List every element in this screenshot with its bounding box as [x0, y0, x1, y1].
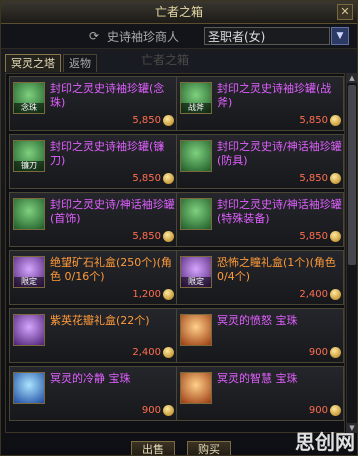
- job-select[interactable]: 圣职者(女): [204, 27, 330, 45]
- item-name: 封印之灵史诗/神话袖珍罐(特殊装备): [217, 198, 342, 225]
- coin-icon: [163, 289, 174, 300]
- item-cell[interactable]: 限定 恐怖之瞳礼盒(1个)(角色 0/4个) 2,400: [176, 250, 344, 305]
- item-name: 封印之灵史诗/神话袖珍罐(首饰): [50, 198, 175, 225]
- refresh-icon[interactable]: ⟳: [89, 29, 103, 43]
- item-price: 2,400: [299, 289, 328, 300]
- coin-icon: [163, 115, 174, 126]
- scroll-up-icon[interactable]: ▲: [347, 73, 357, 83]
- item-price: 5,850: [132, 173, 161, 184]
- item-tag: 镰刀: [14, 161, 44, 171]
- coin-icon: [330, 173, 341, 184]
- item-price: 900: [308, 405, 328, 416]
- coin-icon: [163, 405, 174, 416]
- item-name: 冥灵的智慧 宝珠: [217, 372, 298, 385]
- item-icon[interactable]: [180, 140, 212, 172]
- coin-icon: [330, 289, 341, 300]
- title-bar[interactable]: 亡者之箱 ✕: [1, 1, 357, 24]
- scrollbar[interactable]: ▲ ▼: [346, 73, 357, 433]
- scroll-thumb[interactable]: [348, 85, 356, 265]
- item-icon[interactable]: 限定: [180, 256, 212, 288]
- item-icon[interactable]: [13, 314, 45, 346]
- coin-icon: [163, 347, 174, 358]
- item-cell[interactable]: 念珠 封印之灵史诗袖珍罐(念珠) 5,850: [9, 76, 177, 131]
- close-button[interactable]: ✕: [337, 4, 353, 20]
- item-icon[interactable]: 限定: [13, 256, 45, 288]
- coin-icon: [163, 231, 174, 242]
- coin-icon: [330, 115, 341, 126]
- item-cell[interactable]: 冥灵的冷静 宝珠 900: [9, 366, 177, 421]
- item-cell[interactable]: 镰刀 封印之灵史诗袖珍罐(镰刀) 5,850: [9, 134, 177, 189]
- item-cell[interactable]: 封印之灵史诗/神话袖珍罐(首饰) 5,850: [9, 192, 177, 247]
- item-name: 冥灵的冷静 宝珠: [50, 372, 131, 385]
- shop-header: ⟳ 史诗袖珍商人 圣职者(女) ▼: [1, 24, 357, 49]
- item-name: 恐怖之瞳礼盒(1个)(角色 0/4个): [217, 256, 336, 283]
- item-price: 5,850: [299, 115, 328, 126]
- tab-tower[interactable]: 冥灵之塔: [5, 54, 61, 72]
- item-icon[interactable]: [13, 198, 45, 230]
- item-price: 5,850: [132, 115, 161, 126]
- sell-button[interactable]: 出售: [131, 441, 175, 455]
- item-cell[interactable]: 战斧 封印之灵史诗袖珍罐(战斧) 5,850: [176, 76, 344, 131]
- item-cell[interactable]: 冥灵的智慧 宝珠 900: [176, 366, 344, 421]
- item-price: 5,850: [299, 231, 328, 242]
- item-price: 5,850: [299, 173, 328, 184]
- item-icon[interactable]: 战斧: [180, 82, 212, 114]
- item-price: 900: [308, 347, 328, 358]
- item-name: 冥灵的愤怒 宝珠: [217, 314, 298, 327]
- item-tag: 限定: [14, 277, 44, 287]
- site-watermark: 思创网: [295, 430, 355, 454]
- item-cell[interactable]: 封印之灵史诗/神话袖珍罐(防具) 5,850: [176, 134, 344, 189]
- window-title: 亡者之箱: [154, 5, 203, 19]
- item-price: 1,200: [132, 289, 161, 300]
- item-icon[interactable]: [180, 198, 212, 230]
- item-tag: 念珠: [14, 103, 44, 113]
- item-name: 封印之灵史诗袖珍罐(战斧): [217, 82, 332, 109]
- item-price: 2,400: [132, 347, 161, 358]
- coin-icon: [163, 173, 174, 184]
- item-name: 绝望矿石礼盒(250个)(角色 0/16个): [50, 256, 172, 283]
- tab-bar: 冥灵之塔 返物: [5, 54, 99, 72]
- item-cell[interactable]: 封印之灵史诗/神话袖珍罐(特殊装备) 5,850: [176, 192, 344, 247]
- item-name: 紫英花瓣礼盒(22个): [50, 314, 150, 327]
- buy-button[interactable]: 购买: [187, 441, 231, 455]
- shop-window: 亡者之箱 ✕ ⟳ 史诗袖珍商人 圣职者(女) ▼ 亡者之箱 冥灵之塔 返物 念珠…: [0, 0, 358, 456]
- item-icon[interactable]: [13, 372, 45, 404]
- coin-icon: [330, 231, 341, 242]
- chevron-down-icon[interactable]: ▼: [331, 27, 349, 45]
- item-cell[interactable]: 紫英花瓣礼盒(22个) 2,400: [9, 308, 177, 363]
- coin-icon: [330, 405, 341, 416]
- item-name: 封印之灵史诗袖珍罐(念珠): [50, 82, 165, 109]
- item-tag: 限定: [181, 277, 211, 287]
- shop-name: 史诗袖珍商人: [107, 30, 180, 44]
- item-icon[interactable]: 镰刀: [13, 140, 45, 172]
- item-grid: 念珠 封印之灵史诗袖珍罐(念珠) 5,850 战斧 封印之灵史诗袖珍罐(战斧) 5,850…: [5, 73, 345, 433]
- item-name: 封印之灵史诗/神话袖珍罐(防具): [217, 140, 342, 167]
- tab-return[interactable]: 返物: [63, 54, 97, 72]
- background-title: 亡者之箱: [141, 53, 190, 67]
- coin-icon: [330, 347, 341, 358]
- item-cell[interactable]: 限定 绝望矿石礼盒(250个)(角色 0/16个) 1,200: [9, 250, 177, 305]
- item-icon[interactable]: 念珠: [13, 82, 45, 114]
- item-tag: 战斧: [181, 103, 211, 113]
- item-icon[interactable]: [180, 314, 212, 346]
- item-name: 封印之灵史诗袖珍罐(镰刀): [50, 140, 165, 167]
- item-price: 900: [141, 405, 161, 416]
- footer: 出售 购买 思创网: [1, 430, 357, 455]
- item-cell[interactable]: 冥灵的愤怒 宝珠 900: [176, 308, 344, 363]
- item-price: 5,850: [132, 231, 161, 242]
- item-icon[interactable]: [180, 372, 212, 404]
